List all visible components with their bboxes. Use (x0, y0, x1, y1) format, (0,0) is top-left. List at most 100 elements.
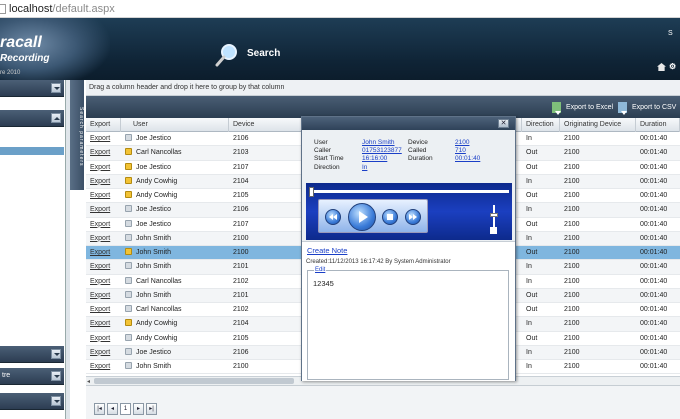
seek-handle[interactable] (309, 187, 314, 197)
seek-bar[interactable] (309, 190, 509, 193)
settings-icon[interactable]: ⚙ (669, 62, 676, 71)
column-header-user[interactable]: User (121, 118, 229, 132)
user-cell: Joe Jestico (121, 132, 229, 146)
edit-note-link[interactable]: Edit (314, 267, 327, 273)
last-page-icon[interactable]: ▸| (146, 403, 157, 415)
start-time-link[interactable]: 16:16:00 (362, 155, 408, 163)
user-link[interactable]: John Smith (362, 139, 408, 147)
export-link-text[interactable]: Export (90, 206, 110, 213)
nav-panel-header[interactable] (0, 110, 64, 127)
create-note-link[interactable]: Create Note (307, 246, 347, 255)
export-link-text[interactable]: Export (90, 320, 110, 327)
search-parameters-tab[interactable]: Search parameters (70, 80, 84, 190)
originating-device-cell: 2100 (564, 306, 580, 313)
export-link-text[interactable]: Export (90, 192, 110, 199)
column-header-direction[interactable]: Direction (522, 118, 560, 132)
export-excel-button[interactable]: Export to Excel (552, 100, 613, 115)
address-bar[interactable]: localhost/default.aspx (0, 0, 680, 18)
chevron-down-icon[interactable] (51, 83, 61, 93)
close-icon[interactable]: ✕ (498, 119, 509, 128)
chevron-up-icon[interactable] (51, 113, 61, 123)
duration-link[interactable]: 00:01:40 (455, 155, 480, 163)
export-link[interactable]: Export (86, 146, 121, 160)
stop-icon[interactable] (382, 209, 398, 225)
nav-panel-header[interactable] (0, 80, 64, 97)
export-link-text[interactable]: Export (90, 149, 110, 156)
export-link[interactable]: Export (86, 203, 121, 217)
export-link[interactable]: Export (86, 317, 121, 331)
chevron-down-icon[interactable] (51, 371, 61, 381)
user-cell: Andy Cowhig (121, 332, 229, 346)
search-nav-label[interactable]: Search (247, 48, 280, 59)
export-csv-button[interactable]: Export to CSV (618, 100, 676, 115)
duration-cell: 00:01:40 (640, 306, 668, 313)
info-label: Caller (314, 147, 331, 155)
export-link[interactable]: Export (86, 175, 121, 189)
star-icon (125, 162, 132, 170)
export-link[interactable]: Export (86, 332, 121, 346)
nav-panel-header[interactable] (0, 393, 64, 410)
export-link[interactable]: Export (86, 246, 121, 260)
export-link-text[interactable]: Export (90, 178, 110, 185)
export-link[interactable]: Export (86, 232, 121, 246)
export-link-text[interactable]: Export (90, 349, 110, 356)
called-link[interactable]: 710 (455, 147, 466, 155)
fast-forward-icon[interactable] (405, 209, 421, 225)
export-link-text[interactable]: Export (90, 306, 110, 313)
export-link-text[interactable]: Export (90, 221, 110, 228)
duration-cell: 00:01:40 (640, 263, 668, 271)
export-link-text[interactable]: Export (90, 235, 110, 242)
call-info: User John Smith Device 2100 Caller 017531238… (314, 139, 480, 172)
volume-handle[interactable] (490, 213, 498, 217)
export-link-text[interactable]: Export (90, 249, 110, 256)
export-link[interactable]: Export (86, 189, 121, 203)
column-header-duration[interactable]: Duration (636, 118, 680, 132)
device-link[interactable]: 2100 (455, 139, 469, 147)
export-link-text[interactable]: Export (90, 292, 110, 299)
dialog-title-bar[interactable]: ✕ (302, 117, 515, 130)
export-link[interactable]: Export (86, 360, 121, 374)
export-link[interactable]: Export (86, 303, 121, 317)
duration-cell: 00:01:40 (640, 206, 668, 214)
direction-cell: Out (526, 220, 538, 228)
chevron-down-icon[interactable] (51, 396, 61, 406)
export-link-text[interactable]: Export (90, 164, 110, 171)
export-link[interactable]: Export (86, 132, 121, 146)
export-link[interactable]: Export (86, 346, 121, 360)
first-page-icon[interactable]: |◂ (94, 403, 105, 415)
volume-slider[interactable] (490, 205, 498, 227)
export-link-text[interactable]: Export (90, 263, 110, 270)
export-link[interactable]: Export (86, 260, 121, 274)
export-link[interactable]: Export (86, 275, 121, 289)
user-name: Andy Cowhig (136, 192, 178, 199)
play-icon[interactable] (348, 203, 376, 231)
user-cell: Andy Cowhig (121, 189, 229, 203)
mute-icon[interactable] (490, 227, 497, 234)
export-link-text[interactable]: Export (90, 363, 110, 370)
user-name: Joe Jestico (136, 163, 172, 171)
column-header-export[interactable]: Export (86, 118, 121, 132)
home-icon[interactable] (657, 63, 666, 71)
export-link-text[interactable]: Export (90, 135, 110, 142)
nav-panel-header[interactable]: tre (0, 368, 64, 385)
next-page-icon[interactable]: ▸ (133, 403, 144, 415)
grid-toolbar: Export to Excel Export to CSV (86, 96, 680, 118)
scrollbar-thumb[interactable] (94, 378, 294, 384)
chevron-down-icon[interactable] (51, 349, 61, 359)
export-link-text[interactable]: Export (90, 278, 110, 285)
page-number-button[interactable]: 1 (120, 403, 131, 415)
caller-link[interactable]: 01753123877 (362, 147, 408, 155)
nav-selected-item[interactable] (0, 147, 64, 155)
group-by-bar[interactable]: Drag a column header and drop it here to… (86, 80, 680, 96)
nav-panel-header[interactable] (0, 346, 64, 363)
export-link[interactable]: Export (86, 218, 121, 232)
direction-link[interactable]: In (362, 164, 408, 172)
column-header-originating-device[interactable]: Originating Device (560, 118, 636, 132)
scroll-left-icon[interactable]: ◂ (87, 378, 93, 385)
export-link-text[interactable]: Export (90, 335, 110, 342)
previous-page-icon[interactable]: ◂ (107, 403, 118, 415)
export-link[interactable]: Export (86, 289, 121, 303)
search-icon[interactable] (214, 42, 240, 68)
rewind-icon[interactable] (325, 209, 341, 225)
export-link[interactable]: Export (86, 161, 121, 175)
